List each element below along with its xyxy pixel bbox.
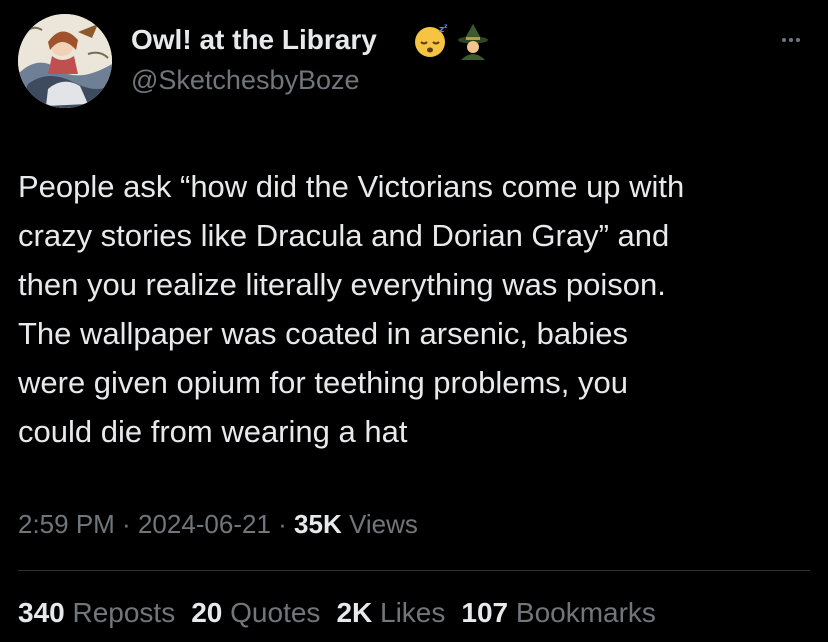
reposts-label: Reposts (64, 597, 176, 628)
quotes-stat[interactable]: 20 Quotes (191, 594, 320, 632)
reposts-stat[interactable]: 340 Reposts (18, 594, 175, 632)
bookmarks-count: 107 (461, 597, 509, 628)
views-count: 35K (294, 509, 342, 539)
tweet-text: People ask “how did the Victorians come … (18, 169, 685, 449)
author-name[interactable]: Owl! at the Library (131, 22, 377, 58)
engagement-stats: 340 Reposts 20 Quotes 2K Likes 107 Bookm… (18, 594, 656, 632)
likes-stat[interactable]: 2K Likes (336, 594, 445, 632)
meta-separator: · (114, 509, 138, 539)
tweet-date[interactable]: 2024-06-21 (138, 509, 271, 539)
bookmarks-stat[interactable]: 107 Bookmarks (461, 594, 656, 632)
more-dot (796, 38, 800, 42)
more-options-button[interactable] (774, 28, 808, 52)
views-label: Views (341, 509, 418, 539)
likes-label: Likes (372, 597, 446, 628)
bookmarks-label: Bookmarks (508, 597, 656, 628)
more-dots-icon (782, 38, 786, 42)
divider (18, 570, 810, 571)
tweet-time[interactable]: 2:59 PM (18, 509, 115, 539)
avatar[interactable] (18, 14, 112, 108)
quotes-count: 20 (191, 597, 223, 628)
meta-separator: · (270, 509, 295, 539)
likes-count: 2K (336, 597, 373, 628)
author-badges: z z (412, 22, 492, 60)
avatar-illustration (18, 14, 112, 108)
more-dot (789, 38, 793, 42)
tweet: Owl! at the Library z z @SketchesbyBoze … (0, 0, 828, 642)
quotes-label: Quotes (222, 597, 321, 628)
sleeping-face-emoji-icon: z z (415, 23, 448, 57)
author-handle[interactable]: @SketchesbyBoze (131, 62, 360, 98)
reposts-count: 340 (18, 597, 65, 628)
witch-emoji-icon (458, 24, 488, 60)
svg-text:z: z (444, 23, 448, 30)
views-link[interactable]: 35K Views (294, 509, 418, 539)
tweet-meta: 2:59 PM · 2024-06-21 · 35K Views (18, 506, 418, 542)
